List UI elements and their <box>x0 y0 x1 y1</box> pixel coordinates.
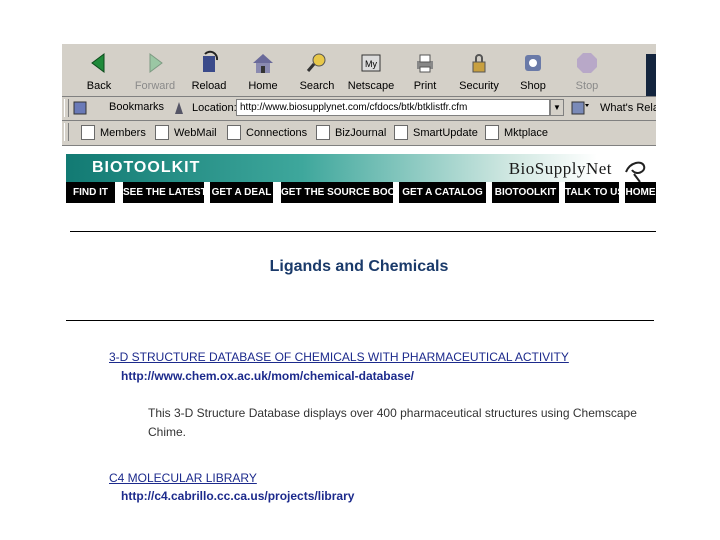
location-toolbar: Bookmarks Location: http://www.biosupply… <box>62 97 656 121</box>
url-dropdown-button[interactable]: ▼ <box>550 99 564 116</box>
personal-link[interactable]: SmartUpdate <box>413 127 478 139</box>
stop-button[interactable]: Stop <box>560 48 614 94</box>
personal-toolbar: Members WebMail Connections BizJournal S… <box>62 121 656 146</box>
site-banner: BIOTOOLKIT BioSupplyNet <box>66 154 656 183</box>
resource-url[interactable]: http://c4.cabrillo.cc.ca.us/projects/lib… <box>121 489 354 503</box>
stop-icon <box>577 53 597 73</box>
whats-related-icon[interactable] <box>570 99 590 117</box>
nav-get-a-catalog[interactable]: GET A CATALOG <box>399 182 486 203</box>
stop-label: Stop <box>575 80 599 92</box>
resource-link[interactable]: 3-D STRUCTURE DATABASE OF CHEMICALS WITH… <box>109 350 569 364</box>
bookmarks-label: Bookmarks <box>109 101 165 113</box>
netscape-icon: My <box>361 54 381 72</box>
netscape-button[interactable]: My Netscape <box>344 48 398 94</box>
divider <box>70 231 656 232</box>
site-logo[interactable]: BioSupplyNet <box>509 159 612 179</box>
whats-related-label[interactable]: What's Rela <box>600 102 656 114</box>
page-icon <box>81 125 95 140</box>
security-button[interactable]: Security <box>452 48 506 94</box>
resource-url[interactable]: http://www.chem.ox.ac.uk/mom/chemical-da… <box>121 369 414 383</box>
shop-icon <box>525 55 541 71</box>
nav-biotoolkit[interactable]: BIOTOOLKIT <box>492 182 559 203</box>
bookmarks-button[interactable]: Bookmarks <box>72 99 164 117</box>
forward-button[interactable]: Forward <box>128 48 182 94</box>
shop-button[interactable]: Shop <box>506 48 560 94</box>
reload-icon <box>203 50 219 72</box>
bookmark-icon <box>73 101 87 115</box>
back-label: Back <box>86 80 112 92</box>
personal-link[interactable]: Connections <box>246 127 307 139</box>
print-label: Print <box>413 80 437 92</box>
search-button[interactable]: Search <box>290 48 344 94</box>
personal-link[interactable]: Mktplace <box>504 127 548 139</box>
brand-name: BIOTOOLKIT <box>92 159 201 176</box>
location-icon <box>175 102 183 114</box>
personal-link[interactable]: WebMail <box>174 127 217 139</box>
home-icon <box>253 54 273 73</box>
location-label: Location: <box>192 102 237 114</box>
resource-link[interactable]: C4 MOLECULAR LIBRARY <box>109 471 257 485</box>
page-icon <box>155 125 169 140</box>
nav-home[interactable]: HOME <box>625 182 656 203</box>
lock-icon <box>472 54 486 73</box>
nav-get-the-source-book[interactable]: GET THE SOURCE BOOK <box>281 182 403 203</box>
forward-arrow-icon <box>149 53 163 73</box>
netscape-label: Netscape <box>347 80 395 92</box>
home-button[interactable]: Home <box>236 48 290 94</box>
page-icon <box>485 125 499 140</box>
reload-label: Reload <box>191 80 227 92</box>
browser-chrome: Back Forward Reload Home Search My Netsc… <box>62 44 656 146</box>
printer-icon <box>417 54 433 73</box>
page-title: Ligands and Chemicals <box>269 258 449 275</box>
toolbar-grip[interactable] <box>64 123 69 141</box>
page-icon <box>394 125 408 140</box>
nav-see-the-latest[interactable]: SEE THE LATEST <box>123 182 207 203</box>
shop-label: Shop <box>520 80 546 92</box>
navigation-toolbar: Back Forward Reload Home Search My Netsc… <box>62 44 656 97</box>
toolbar-grip[interactable] <box>64 99 69 117</box>
search-icon <box>306 53 326 72</box>
personal-link[interactable]: BizJournal <box>335 127 386 139</box>
back-button[interactable]: Back <box>72 48 126 94</box>
reload-button[interactable]: Reload <box>182 48 236 94</box>
print-button[interactable]: Print <box>398 48 452 94</box>
personal-link[interactable]: Members <box>100 127 146 139</box>
security-label: Security <box>459 80 499 92</box>
search-label: Search <box>299 80 335 92</box>
swirl-logo-icon <box>625 161 646 183</box>
svg-text:My: My <box>365 59 377 69</box>
description-line: Chime. <box>148 425 187 439</box>
description-line: This 3-D Structure Database displays ove… <box>148 406 637 420</box>
home-label: Home <box>248 80 278 92</box>
nav-find-it[interactable]: FIND IT <box>66 182 115 203</box>
browser-window: Back Forward Reload Home Search My Netsc… <box>62 44 656 540</box>
page-icon <box>316 125 330 140</box>
forward-label: Forward <box>134 80 176 92</box>
resource-description: This 3-D Structure Database displays ove… <box>148 404 656 442</box>
throbber-logo <box>646 54 656 96</box>
site-nav: FIND IT SEE THE LATEST GET A DEAL GET TH… <box>66 182 656 204</box>
nav-talk-to-us[interactable]: TALK TO US <box>565 182 624 203</box>
back-arrow-icon <box>91 53 105 73</box>
url-input[interactable]: http://www.biosupplynet.com/cfdocs/btk/b… <box>236 99 550 116</box>
nav-get-a-deal[interactable]: GET A DEAL <box>210 182 273 203</box>
page-icon <box>227 125 241 140</box>
divider <box>66 320 654 321</box>
